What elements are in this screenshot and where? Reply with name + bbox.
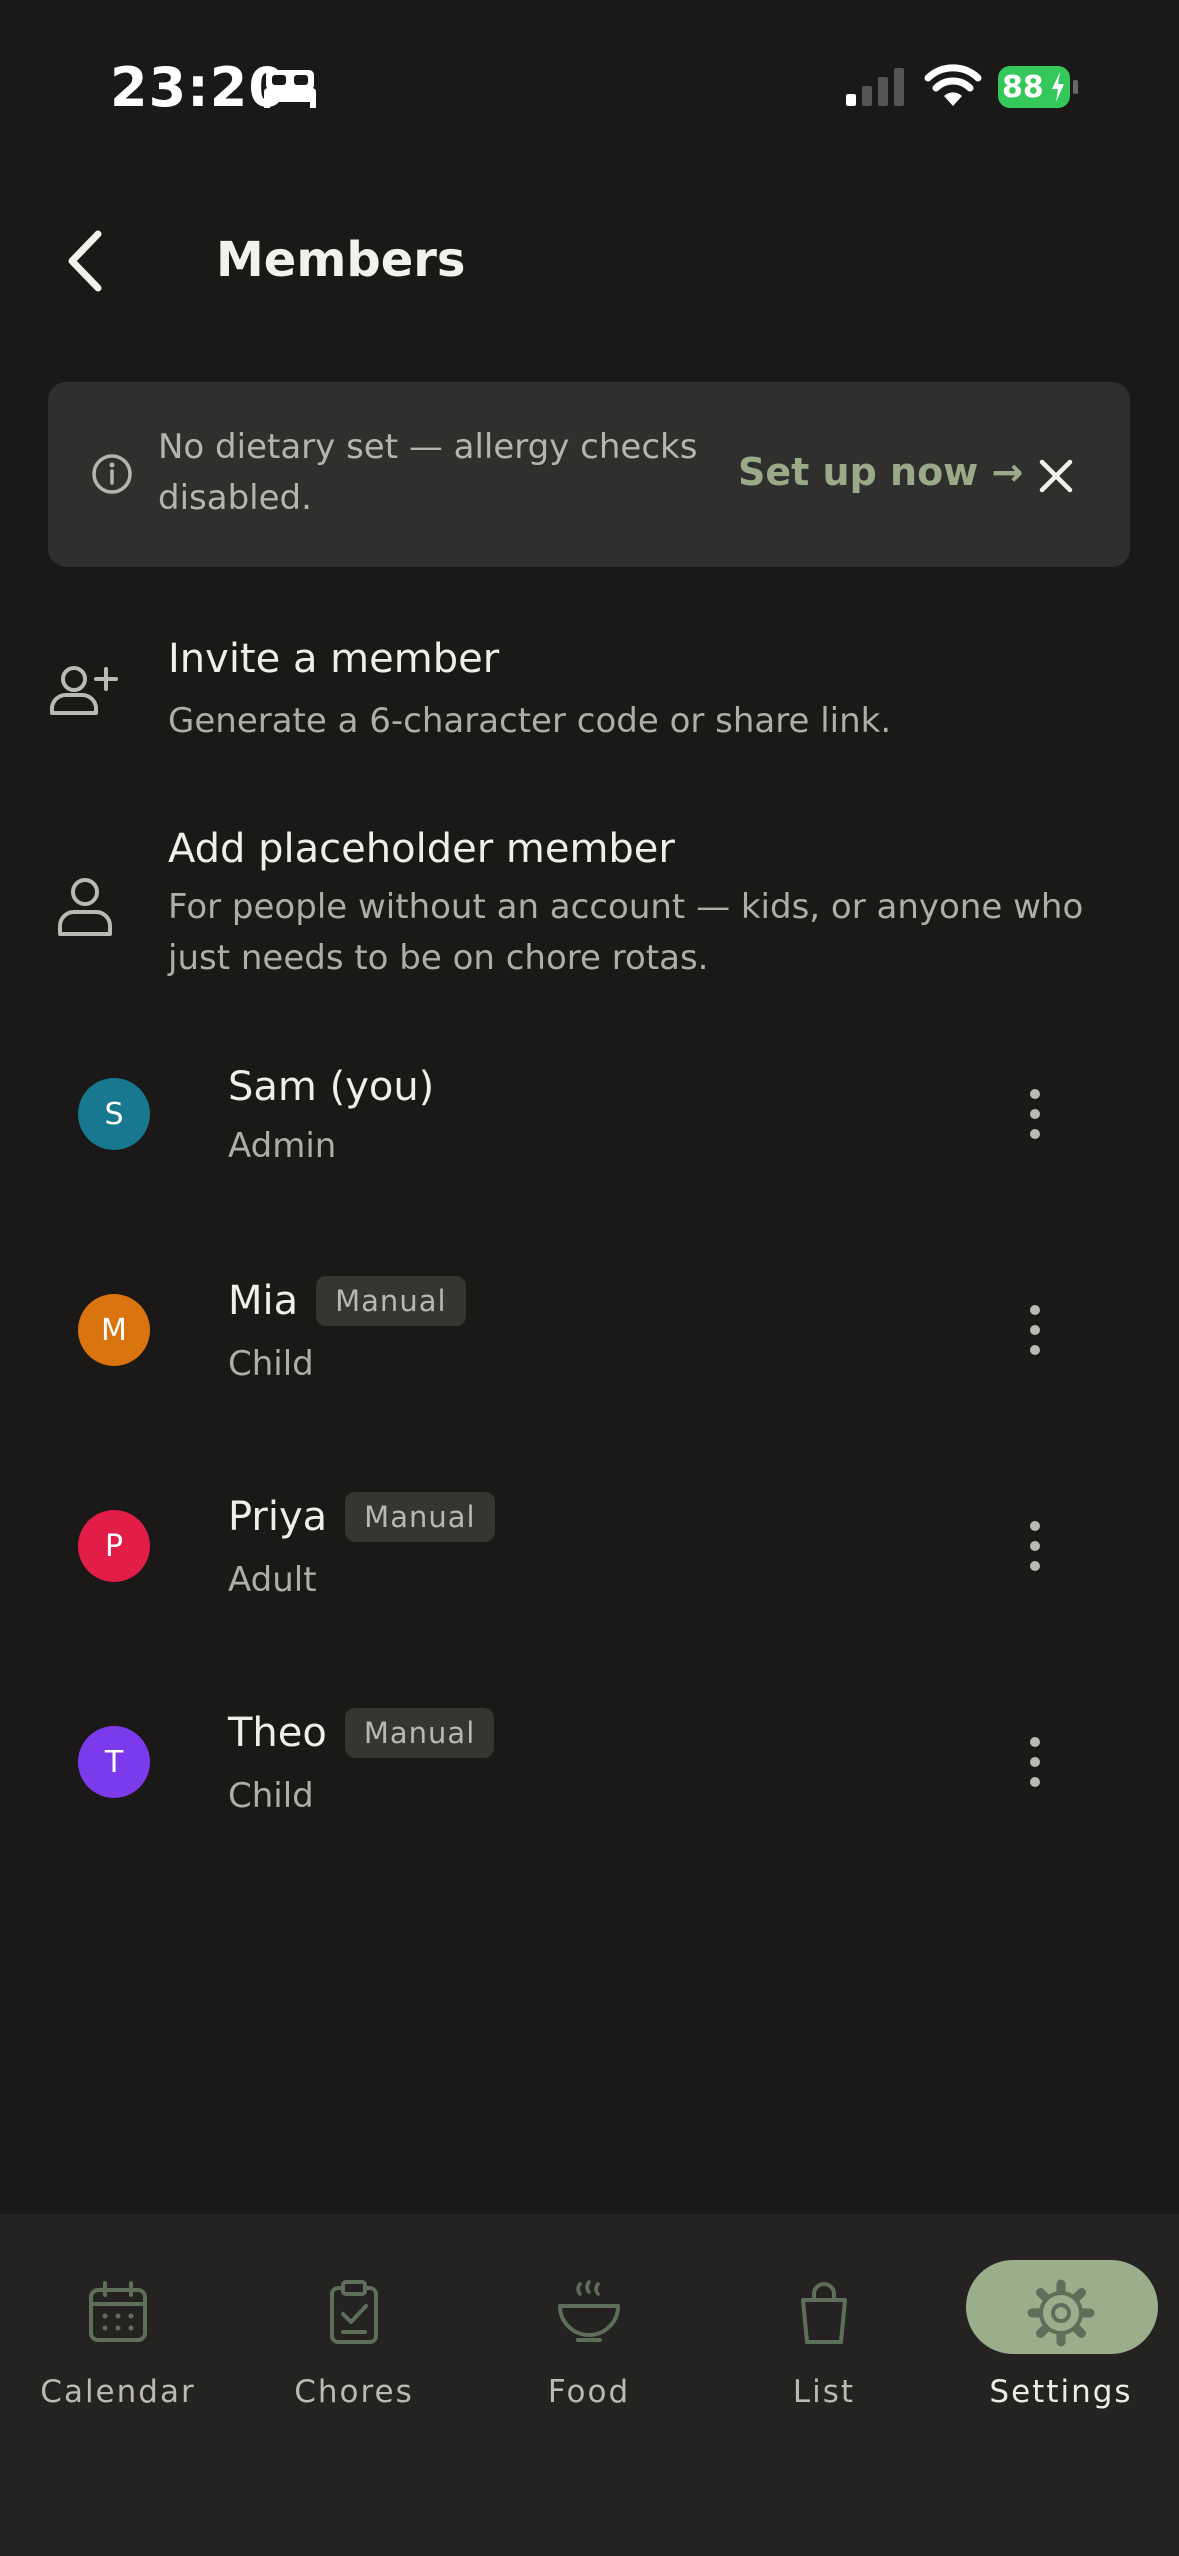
add-placeholder-title: Add placeholder member <box>168 826 675 872</box>
shopping-bag-icon <box>801 2282 847 2344</box>
gear-icon <box>1027 2279 1095 2347</box>
invite-member-title: Invite a member <box>168 636 500 682</box>
manual-badge: Manual <box>316 1276 466 1326</box>
user-plus-icon <box>50 666 118 715</box>
member-role: Adult <box>228 1560 317 1600</box>
status-time: 23:20 <box>110 56 287 119</box>
nav-calendar[interactable]: Calendar <box>18 2250 218 2410</box>
member-name-group: Theo Manual <box>228 1708 495 1758</box>
more-options-icon[interactable] <box>1020 1516 1050 1576</box>
member-name: Theo <box>228 1710 327 1756</box>
member-row[interactable]: M Mia Manual Child <box>0 1266 1179 1446</box>
back-arrow-icon[interactable] <box>58 226 114 296</box>
nav-label: Settings <box>989 2374 1133 2410</box>
clipboard-check-icon <box>330 2280 378 2344</box>
nav-label: List <box>792 2374 856 2410</box>
nav-food[interactable]: Food <box>489 2250 689 2410</box>
member-name: Priya <box>228 1494 328 1540</box>
nav-label: Food <box>547 2374 631 2410</box>
charging-bolt-icon <box>1052 72 1064 102</box>
member-role: Child <box>228 1344 314 1384</box>
bowl-icon <box>558 2280 620 2342</box>
close-icon[interactable] <box>1036 456 1076 496</box>
invite-member-row[interactable]: Invite a member Generate a 6-character c… <box>0 630 1179 760</box>
member-row[interactable]: T Theo Manual Child <box>0 1698 1179 1878</box>
nav-label: Chores <box>294 2374 414 2410</box>
add-placeholder-member-row[interactable]: Add placeholder member For people withou… <box>0 820 1179 990</box>
member-name: Mia <box>228 1278 299 1324</box>
member-row[interactable]: S Sam (you) Admin <box>0 1050 1179 1230</box>
member-role: Admin <box>228 1126 337 1166</box>
page-title: Members <box>216 232 466 288</box>
cellular-signal-icon <box>846 68 904 106</box>
nav-settings[interactable]: Settings <box>961 2250 1161 2410</box>
info-icon <box>92 454 132 494</box>
nav-list[interactable]: List <box>724 2250 924 2410</box>
sleep-focus-icon <box>264 70 316 108</box>
avatar: P <box>78 1510 150 1582</box>
nav-label: Calendar <box>40 2374 196 2410</box>
member-row[interactable]: P Priya Manual Adult <box>0 1482 1179 1662</box>
avatar: T <box>78 1726 150 1798</box>
set-up-now-link[interactable]: Set up now → <box>738 450 1023 494</box>
banner-message: No dietary set — allergy checks disabled… <box>158 427 698 518</box>
member-name-group: Priya Manual <box>228 1492 495 1542</box>
avatar: M <box>78 1294 150 1366</box>
add-placeholder-subtitle: For people without an account — kids, or… <box>168 887 1084 978</box>
battery-indicator: 88 <box>998 66 1078 108</box>
more-options-icon[interactable] <box>1020 1084 1050 1144</box>
manual-badge: Manual <box>344 1708 495 1758</box>
avatar: S <box>78 1078 150 1150</box>
calendar-icon <box>89 2281 147 2342</box>
user-icon <box>58 878 112 936</box>
member-name-group: Mia Manual <box>228 1276 466 1326</box>
more-options-icon[interactable] <box>1020 1732 1050 1792</box>
member-role: Child <box>228 1776 314 1816</box>
invite-member-subtitle: Generate a 6-character code or share lin… <box>168 701 892 741</box>
battery-level: 88 <box>1002 70 1044 105</box>
manual-badge: Manual <box>345 1492 495 1542</box>
member-name: Sam (you) <box>228 1064 435 1110</box>
more-options-icon[interactable] <box>1020 1300 1050 1360</box>
wifi-icon <box>924 64 982 106</box>
nav-chores[interactable]: Chores <box>254 2250 454 2410</box>
